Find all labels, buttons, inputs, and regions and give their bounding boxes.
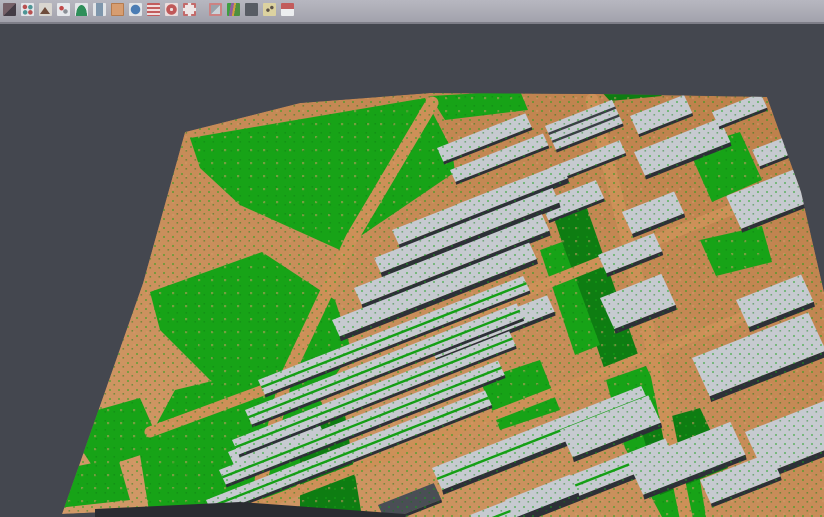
- globe-icon[interactable]: [129, 3, 142, 16]
- application-window: [0, 0, 824, 517]
- camera-icon[interactable]: [245, 3, 258, 16]
- terrain-tile-icon[interactable]: [263, 3, 276, 16]
- flag-layers-icon[interactable]: [281, 3, 294, 16]
- terrain-model: [0, 24, 824, 517]
- toolbar: [0, 0, 824, 24]
- profile-slab-icon[interactable]: [93, 3, 106, 16]
- 3d-viewport[interactable]: [0, 24, 824, 517]
- striped-layers-icon[interactable]: [147, 3, 160, 16]
- ring-tool-icon[interactable]: [165, 3, 178, 16]
- toolbar-separator: [198, 0, 206, 13]
- classified-map-icon[interactable]: [227, 3, 240, 16]
- scatter-points-icon[interactable]: [21, 3, 34, 16]
- dark-swatch-icon[interactable]: [3, 3, 16, 16]
- mountain-icon[interactable]: [39, 3, 52, 16]
- image-frame-icon[interactable]: [209, 3, 222, 16]
- green-mound-icon[interactable]: [75, 3, 88, 16]
- ortho-tile-icon[interactable]: [111, 3, 124, 16]
- point-markers-icon[interactable]: [57, 3, 70, 16]
- extent-select-icon[interactable]: [183, 3, 196, 16]
